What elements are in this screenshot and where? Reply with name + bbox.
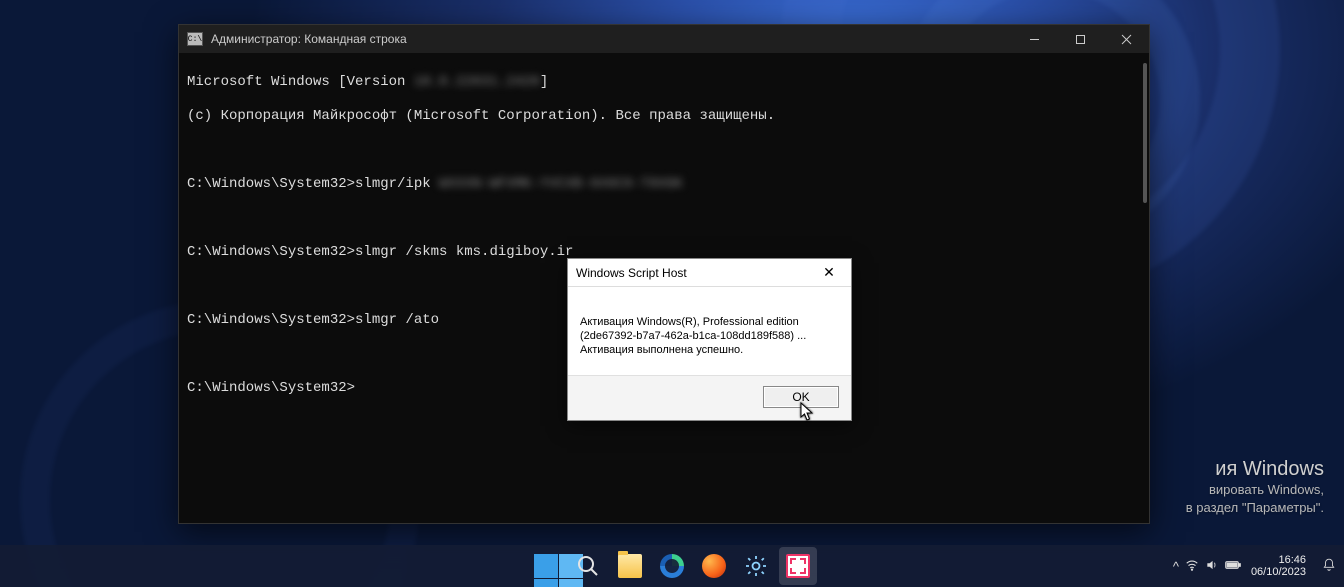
window-title: Администратор: Командная строка — [211, 32, 1011, 46]
taskbar: ^ 16:46 06/10/2023 — [0, 545, 1344, 587]
search-icon — [576, 554, 600, 578]
battery-icon[interactable] — [1225, 559, 1241, 574]
time-text: 16:46 — [1251, 554, 1306, 566]
dialog-text-line: Активация Windows(R), Professional editi… — [580, 315, 839, 329]
minimize-button[interactable] — [1011, 25, 1057, 53]
watermark-title: ия Windows — [1186, 460, 1324, 478]
tray-chevron-icon[interactable]: ^ — [1173, 559, 1179, 574]
edge-icon — [660, 554, 684, 578]
dialog-titlebar[interactable]: Windows Script Host ✕ — [568, 259, 851, 287]
term-line — [187, 142, 1141, 159]
firefox-button[interactable] — [695, 547, 733, 585]
start-button[interactable] — [527, 547, 565, 585]
edge-button[interactable] — [653, 547, 691, 585]
term-line: C:\Windows\System32>slmgr/ipk WXXXN-WFXM… — [187, 176, 1141, 193]
gear-icon — [744, 554, 768, 578]
file-explorer-button[interactable] — [611, 547, 649, 585]
wifi-icon[interactable] — [1185, 558, 1199, 575]
dialog-footer: OK — [568, 375, 851, 420]
clock[interactable]: 16:46 06/10/2023 — [1251, 554, 1306, 578]
dialog-text-line: Активация выполнена успешно. — [580, 343, 839, 357]
watermark-line: в раздел "Параметры". — [1186, 499, 1324, 517]
dialog-body: Активация Windows(R), Professional editi… — [568, 287, 851, 375]
dialog-title: Windows Script Host — [576, 266, 815, 280]
taskbar-center — [527, 547, 817, 585]
firefox-icon — [702, 554, 726, 578]
volume-icon[interactable] — [1205, 558, 1219, 575]
watermark-line: вировать Windows, — [1186, 481, 1324, 499]
snipping-tool-button[interactable] — [779, 547, 817, 585]
taskbar-right: ^ 16:46 06/10/2023 — [1173, 554, 1336, 578]
activation-watermark: ия Windows вировать Windows, в раздел "П… — [1186, 460, 1324, 517]
cmd-icon: C:\ — [187, 32, 203, 46]
maximize-button[interactable] — [1057, 25, 1103, 53]
date-text: 06/10/2023 — [1251, 566, 1306, 578]
term-line: Microsoft Windows [Version 10.0.22631.24… — [187, 74, 1141, 91]
notification-icon[interactable] — [1322, 558, 1336, 575]
terminal-scrollbar[interactable] — [1143, 63, 1147, 203]
settings-button[interactable] — [737, 547, 775, 585]
close-button[interactable] — [1103, 25, 1149, 53]
search-button[interactable] — [569, 547, 607, 585]
ok-button[interactable]: OK — [763, 386, 839, 408]
system-tray[interactable]: ^ — [1173, 558, 1241, 575]
windows-logo-icon — [534, 554, 558, 578]
folder-icon — [618, 554, 642, 578]
term-line — [187, 210, 1141, 227]
snipping-icon — [786, 554, 810, 578]
term-line: (с) Корпорация Майкрософт (Microsoft Cor… — [187, 108, 1141, 125]
dialog-close-button[interactable]: ✕ — [815, 260, 843, 286]
titlebar[interactable]: C:\ Администратор: Командная строка — [179, 25, 1149, 53]
dialog-text-line: (2de67392-b7a7-462a-b1ca-108dd189f588) .… — [580, 329, 839, 343]
script-host-dialog: Windows Script Host ✕ Активация Windows(… — [567, 258, 852, 421]
